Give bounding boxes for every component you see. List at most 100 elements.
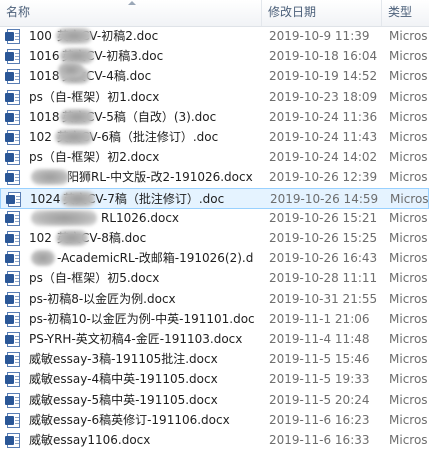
redaction-blur [31,169,69,186]
file-row[interactable]: ps（自-框架）初5.docx 2019-10-28 11:11 Micros [0,268,429,289]
file-modified-date: 2019-10-24 11:36 [269,109,378,124]
word-document-icon [5,150,20,166]
file-name-prefix: 1024 [30,191,61,206]
word-document-icon [5,69,20,85]
file-type: Micros [389,150,428,165]
redaction-blur [31,209,97,226]
file-modified-date: 2019-11-5 15:46 [269,352,370,367]
file-modified-date: 2019-10-23 18:09 [269,89,378,104]
file-name: 威敏essay-6稿英修订-191106.docx [29,412,230,427]
file-name-suffix: -AcademicRL-改邮箱-191026(2).d [57,251,254,266]
redaction-blur [56,28,92,44]
file-modified-date: 2019-10-28 11:11 [269,271,378,286]
redaction-blur [58,62,84,79]
file-modified-date: 2019-10-9 11:39 [269,29,370,43]
redaction-blur [61,190,95,207]
file-type: Micros [389,332,428,346]
file-name: ps-初稿10-以金匠为例-中英-191101.doc [29,311,255,326]
column-header-date[interactable]: 修改日期 [262,0,382,26]
redaction-blur [31,250,55,267]
file-row[interactable]: 威敏essay-4稿中英-191105.docx 2019-11-5 19:33 M… [0,369,429,390]
column-header: 名称 修改日期 类型 [0,0,429,27]
file-name: 1024 英文CV-7稿（批注修订）.doc [30,189,224,210]
file-row[interactable]: ps-初稿8-以金匠为例.docx 2019-10-31 21:55 Micros [0,289,429,310]
column-header-name[interactable]: 名称 [0,0,262,26]
file-name: 1018 英文CV-4稿.doc [29,66,151,87]
file-row[interactable]: 1018 英文CV-5稿（自改）(3).doc 2019-10-24 11:36 Mi… [0,107,429,128]
file-modified-date: 2019-10-24 14:02 [269,150,378,165]
file-modified-date: 2019-11-6 16:23 [269,412,370,427]
file-type: Micros [389,311,428,326]
file-type: Micros [389,433,428,447]
file-name: 1018 英文CV-5稿（自改）(3).doc [29,107,216,128]
file-modified-date: 2019-10-26 16:43 [269,251,378,266]
file-row[interactable]: -AcademicRL-改邮箱-191026(2).d 2019-10-26 16… [0,248,429,269]
file-modified-date: 2019-11-5 20:24 [269,392,370,407]
file-name: ps（自-框架）初5.docx [29,271,160,286]
file-type: Micros [390,191,429,206]
file-row[interactable]: 100 英文CV-初稿2.doc 2019-10-9 11:39 Micros [0,26,429,47]
file-modified-date: 2019-10-26 15:25 [269,231,378,245]
file-name: -AcademicRL-改邮箱-191026(2).d [29,248,253,269]
file-type: Micros [389,392,428,407]
file-name-suffix: 阳狮RL-中文版-改2-191026.docx [67,170,253,185]
word-document-icon [5,271,20,287]
file-type: Micros [389,29,428,43]
file-modified-date: 2019-10-18 16:04 [269,49,378,64]
column-header-type[interactable]: 类型 [382,0,429,26]
word-document-icon [5,49,20,65]
file-type: Micros [389,372,428,387]
column-header-type-label: 类型 [388,5,413,19]
file-name: PS-YRH-英文初稿4-金匠-191103.docx [29,332,243,346]
file-modified-date: 2019-10-26 15:21 [269,210,378,225]
file-modified-date: 2019-10-31 21:55 [269,291,378,306]
file-type: Micros [389,130,428,144]
file-type: Micros [389,352,428,367]
file-row[interactable]: PS-YRH-英文初稿4-金匠-191103.docx 2019-11-4 11:… [0,329,429,350]
file-row[interactable]: ps-初稿10-以金匠为例-中英-191101.doc 2019-11-1 21:… [0,309,429,330]
file-row[interactable]: RL1026.docx 2019-10-26 15:21 Micros [0,208,429,229]
file-name: ps（自-框架）初1.docx [29,89,160,104]
file-row[interactable]: 阳狮RL-中文版-改2-191026.docx 2019-10-26 12:39 M… [0,167,429,188]
column-header-name-label: 名称 [6,5,31,19]
file-name-suffix: RL1026.docx [101,210,180,225]
redaction-blur [60,108,94,125]
file-modified-date: 2019-10-26 14:59 [270,191,379,206]
file-row[interactable]: 102 英文CV-8稿.doc 2019-10-26 15:25 Micros [0,228,429,249]
file-name: 威敏essay1106.docx [29,433,151,447]
word-document-icon [5,352,20,368]
sort-arrow-icon [128,1,136,5]
word-document-icon [5,130,20,145]
word-document-icon [5,89,20,105]
redaction-blur [55,129,93,145]
file-type: Micros [389,210,428,225]
file-name-prefix: 102 [29,231,52,245]
file-type: Micros [389,412,428,427]
word-document-icon [5,210,20,226]
file-row[interactable]: 威敏essay1106.docx 2019-11-6 16:33 Micros [0,430,429,451]
file-type: Micros [389,271,428,286]
file-name-prefix: 102 [29,130,52,144]
file-row[interactable]: 1024 英文CV-7稿（批注修订）.doc 2019-10-26 14:59 Mic… [0,187,429,210]
word-document-icon [5,372,20,388]
file-type: Micros [389,251,428,266]
file-row[interactable]: 威敏essay-6稿英修订-191106.docx 2019-11-6 16:23… [0,410,429,431]
file-modified-date: 2019-11-1 21:06 [269,311,370,326]
file-row[interactable]: 威敏essay-3稿-191105批注.docx 2019-11-5 15:46 M… [0,349,429,370]
file-name-prefix: 1018 [29,109,60,124]
file-row[interactable]: ps（自-框架）初2.docx 2019-10-24 14:02 Micros [0,147,429,168]
file-row[interactable]: ps（自-框架）初1.docx 2019-10-23 18:09 Micros [0,87,429,108]
file-name-prefix: 1016 [29,49,60,64]
file-row[interactable]: 102 英文CV-6稿（批注修订）.doc 2019-10-24 11:43 Micr… [0,127,429,148]
file-modified-date: 2019-11-4 11:48 [269,332,370,346]
file-row[interactable]: 威敏essay-5稿中英-191105.docx 2019-11-5 20:24 M… [0,390,429,411]
file-modified-date: 2019-10-24 11:43 [269,130,378,144]
file-modified-date: 2019-11-6 16:33 [269,433,370,447]
word-document-icon [5,251,20,267]
file-row[interactable]: 1018 英文CV-4稿.doc 2019-10-19 14:52 Micros [0,62,429,87]
file-modified-date: 2019-11-5 19:33 [269,372,370,387]
file-name: 威敏essay-3稿-191105批注.docx [29,352,218,367]
column-header-date-label: 修改日期 [268,5,317,19]
word-document-icon [5,311,20,327]
file-type: Micros [389,69,428,84]
